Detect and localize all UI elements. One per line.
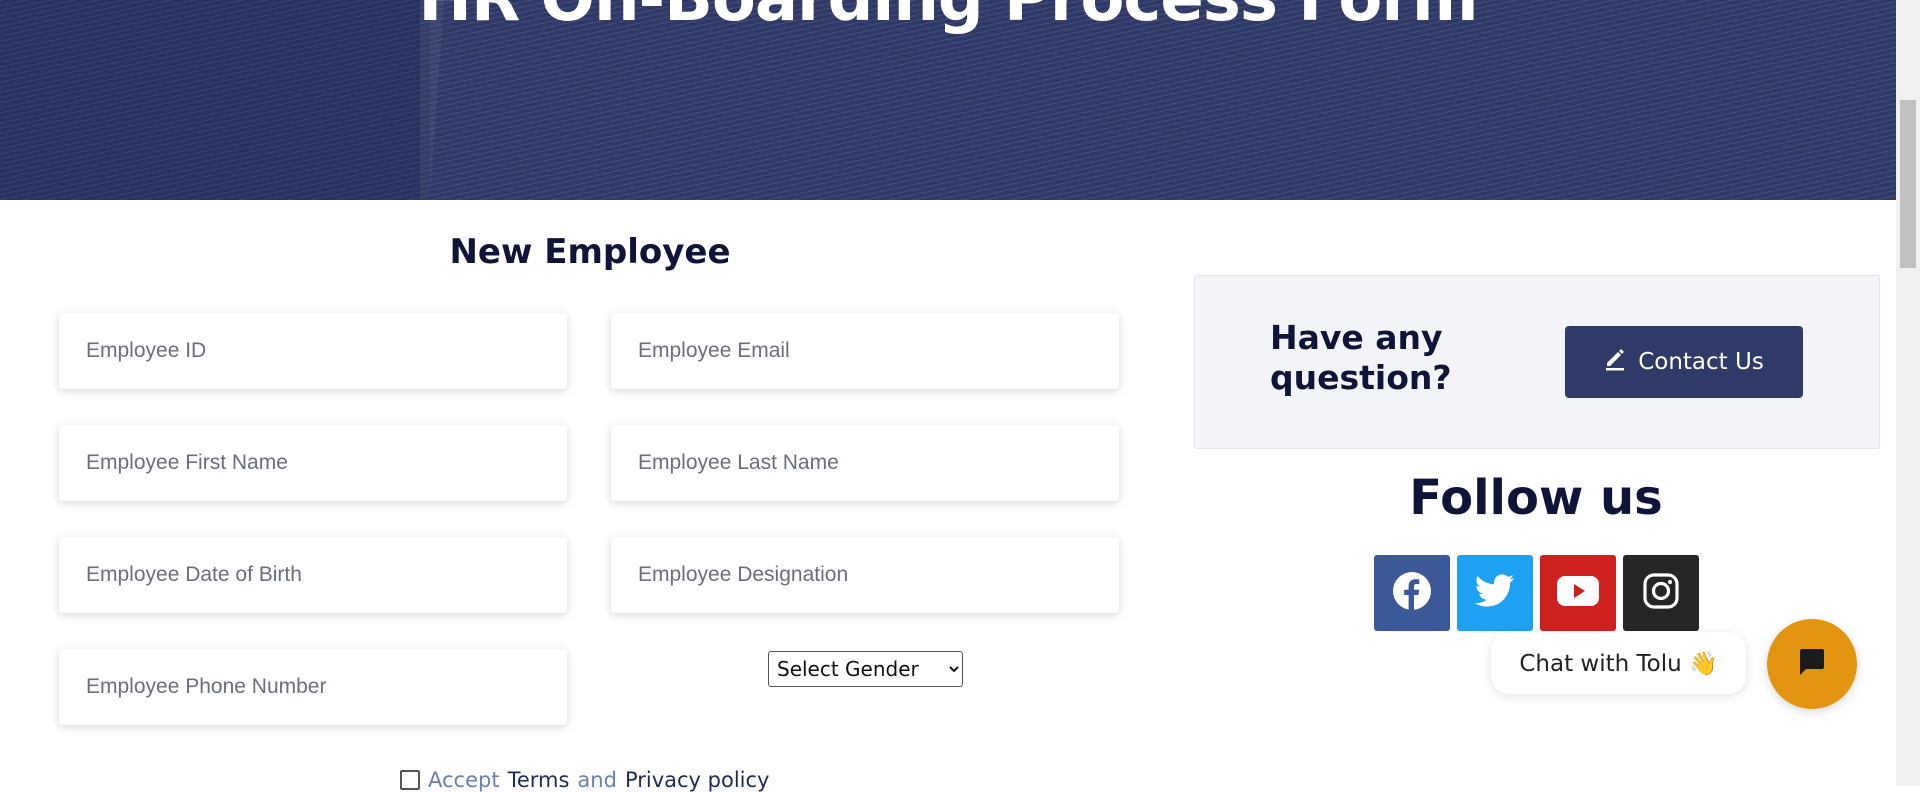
gender-select[interactable]: Select Gender (768, 651, 963, 687)
youtube-link[interactable] (1540, 555, 1616, 631)
youtube-icon (1557, 575, 1599, 611)
scrollbar-thumb[interactable] (1900, 100, 1916, 268)
employee-email-field[interactable] (611, 313, 1119, 389)
pencil-icon (1604, 347, 1626, 377)
privacy-policy-link[interactable]: Privacy policy (625, 768, 770, 792)
facebook-link[interactable] (1374, 555, 1450, 631)
chat-icon (1796, 646, 1828, 683)
facebook-icon (1392, 571, 1432, 616)
employee-id-field[interactable] (59, 313, 567, 389)
employee-last-name-field[interactable] (611, 425, 1119, 501)
page-title: HR On-Boarding Process Form (0, 0, 1896, 36)
terms-prefix: Accept (428, 768, 500, 792)
page-scrollbar[interactable] (1896, 0, 1920, 786)
instagram-icon (1643, 572, 1679, 614)
twitter-link[interactable] (1457, 555, 1533, 631)
question-card: Have any question? Contact Us (1194, 275, 1880, 449)
employee-dob-field[interactable] (59, 537, 567, 613)
terms-checkbox[interactable] (400, 770, 420, 790)
hero-banner: HR On-Boarding Process Form (0, 0, 1896, 200)
terms-row: Accept Terms and Privacy policy (400, 768, 769, 792)
twitter-icon (1474, 573, 1515, 613)
chat-launcher-button[interactable] (1767, 619, 1857, 709)
employee-first-name-field[interactable] (59, 425, 567, 501)
contact-us-button[interactable]: Contact Us (1565, 326, 1803, 398)
instagram-link[interactable] (1623, 555, 1699, 631)
question-heading: Have any question? (1270, 318, 1452, 397)
terms-link[interactable]: Terms (508, 768, 570, 792)
form-title: New Employee (449, 232, 731, 272)
employee-phone-field[interactable] (59, 649, 567, 725)
employee-designation-field[interactable] (611, 537, 1119, 613)
follow-us-heading: Follow us (1409, 470, 1663, 526)
contact-us-label: Contact Us (1638, 349, 1764, 375)
terms-and: and (577, 768, 617, 792)
chat-greeting-bubble[interactable]: Chat with Tolu 👋 (1491, 632, 1746, 694)
